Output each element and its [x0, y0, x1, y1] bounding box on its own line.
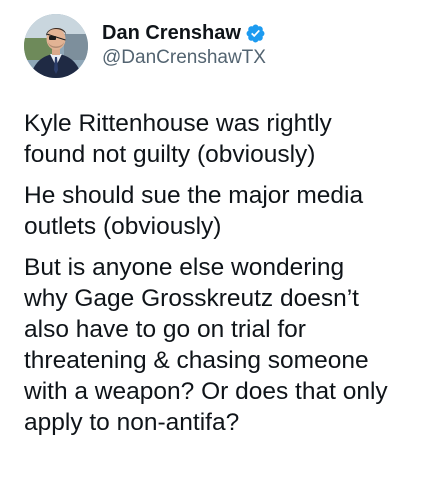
avatar[interactable] [24, 14, 88, 78]
author-handle[interactable]: @DanCrenshawTX [102, 45, 266, 71]
author-display-name[interactable]: Dan Crenshaw [102, 21, 241, 45]
tweet-header: Dan Crenshaw @DanCrenshawTX [24, 14, 266, 78]
tweet-paragraph: Kyle Rittenhouse was rightly found not g… [24, 110, 332, 168]
author-info: Dan Crenshaw @DanCrenshawTX [102, 21, 266, 71]
tweet-paragraph: But is anyone else wondering why Gage Gr… [24, 254, 388, 436]
tweet-paragraph: He should sue the major media outlets (o… [24, 182, 364, 240]
tweet-card: Dan Crenshaw @DanCrenshawTX Kyle Rittenh… [0, 0, 438, 500]
verified-badge-icon [245, 23, 266, 44]
profile-photo-icon [24, 14, 88, 78]
author-name-row[interactable]: Dan Crenshaw [102, 21, 266, 45]
tweet-text: Kyle Rittenhouse was rightly found not g… [24, 108, 434, 448]
